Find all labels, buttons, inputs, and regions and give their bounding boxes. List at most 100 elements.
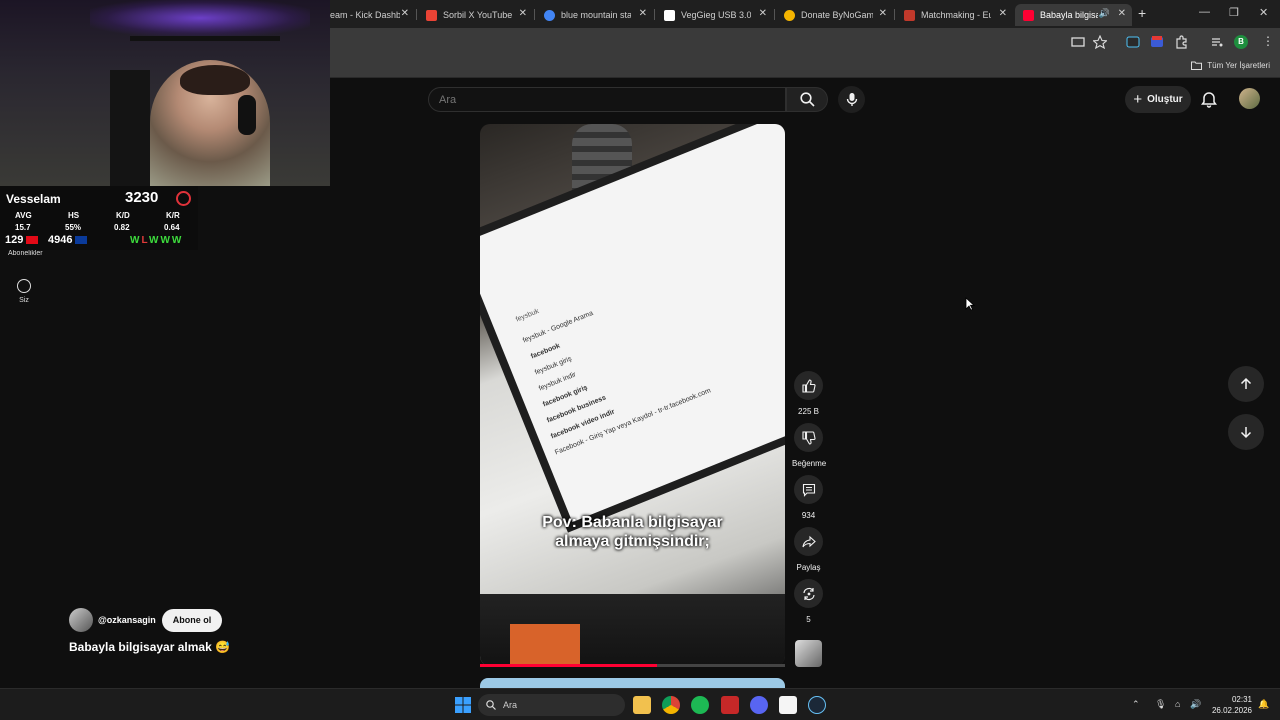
share-button[interactable]: Paylaş <box>792 527 825 572</box>
browser-tab[interactable]: Sorbil X YouTube Re ✕ <box>418 4 533 26</box>
tab-label: Sorbil X YouTube Re <box>443 10 515 20</box>
microphone-icon <box>846 93 857 106</box>
browser-tab[interactable]: Matchmaking - Euro ✕ <box>896 4 1013 26</box>
browser-tab[interactable]: eam - Kick Dashb ✕ <box>322 4 415 26</box>
search-box[interactable] <box>428 87 786 112</box>
file-explorer-icon[interactable] <box>633 696 651 714</box>
volume-icon[interactable]: 🔊 <box>1190 699 1201 710</box>
eu-flag-icon <box>75 236 88 245</box>
webcam-overlay <box>0 0 330 186</box>
close-icon[interactable]: ✕ <box>401 8 409 19</box>
browser-tab-active[interactable]: Babayla bilgisay 🔊 ✕ <box>1015 4 1132 26</box>
mouse-cursor-icon <box>965 297 975 311</box>
tab-separator <box>416 9 417 20</box>
share-icon <box>801 535 816 547</box>
browser-tab[interactable]: VegGieg USB 3.0 to ✕ <box>656 4 773 26</box>
sidebar-subscriptions-label[interactable]: Abonelikler <box>8 250 43 257</box>
menu-dots-icon[interactable]: ⋮ <box>1262 34 1274 48</box>
chrome-icon[interactable] <box>662 696 680 714</box>
extension-icon[interactable] <box>1126 35 1140 49</box>
dislike-button[interactable]: Beğenme <box>792 423 826 468</box>
tab-separator <box>774 9 775 20</box>
comments-button[interactable]: 934 <box>792 475 825 520</box>
video-title[interactable]: Babayla bilgisayar almak 😅 <box>69 640 230 654</box>
stat-header: K/R <box>166 211 180 220</box>
led-glow <box>90 0 310 36</box>
new-tab-button[interactable]: + <box>1138 5 1146 21</box>
close-icon[interactable]: ✕ <box>759 8 767 19</box>
chevron-up-icon[interactable]: ⌃ <box>1132 699 1140 710</box>
close-icon[interactable]: ✕ <box>999 8 1007 19</box>
tab-label: VegGieg USB 3.0 to <box>681 10 751 20</box>
network-icon[interactable]: ⌂ <box>1175 699 1180 709</box>
faceit-stats-widget: Vesselam 3230 AVG HS K/D K/R 15.7 55% 0.… <box>0 186 198 250</box>
next-short-preview[interactable] <box>480 678 785 688</box>
notification-icon[interactable]: 🔔 <box>1258 699 1269 710</box>
turkey-flag-icon <box>26 236 39 245</box>
all-bookmarks-button[interactable]: Tüm Yer İşaretleri <box>1191 61 1270 70</box>
search-icon <box>799 92 815 107</box>
headset <box>238 95 256 135</box>
recent-results: WLWWW <box>130 235 183 246</box>
spotify-icon[interactable] <box>691 696 709 714</box>
previous-short-button[interactable] <box>1228 366 1264 402</box>
next-short-button[interactable] <box>1228 414 1264 450</box>
audio-thumbnail[interactable] <box>795 640 822 667</box>
all-bookmarks-label: Tüm Yer İşaretleri <box>1207 61 1270 70</box>
window-close-icon[interactable]: ✕ <box>1259 6 1268 19</box>
folder-icon <box>1191 61 1203 70</box>
plus-icon: + <box>1133 91 1143 108</box>
subscribe-button[interactable]: Abone ol <box>161 608 223 632</box>
microphone-icon[interactable]: 🎙 <box>1155 699 1166 710</box>
profile-avatar[interactable]: B <box>1234 35 1248 49</box>
news-app-icon[interactable] <box>721 696 739 714</box>
sidebar-item-you[interactable]: Siz <box>14 279 34 304</box>
account-avatar[interactable] <box>1239 88 1260 109</box>
like-button[interactable]: 225 B <box>792 371 825 416</box>
result: W <box>149 235 161 246</box>
puzzle-icon[interactable] <box>1175 35 1189 49</box>
close-icon[interactable]: ✕ <box>1118 8 1126 19</box>
windows-start-icon[interactable] <box>455 697 471 713</box>
close-icon[interactable]: ✕ <box>879 8 887 19</box>
voice-search-button[interactable] <box>838 86 865 113</box>
star-icon[interactable] <box>1093 35 1107 49</box>
remix-button[interactable]: 5 <box>792 579 825 624</box>
google-icon <box>544 9 555 21</box>
create-button[interactable]: + Oluştur <box>1125 86 1191 113</box>
discord-icon[interactable] <box>750 696 768 714</box>
channel-info: @ozkansagin Abone ol <box>69 608 223 632</box>
taskbar-search[interactable]: Ara <box>478 694 625 716</box>
media-control-icon[interactable] <box>1210 35 1224 49</box>
taskbar-clock[interactable]: 02:31 26.02.2026 <box>1210 694 1252 716</box>
search-icon <box>486 700 496 710</box>
tab-separator <box>894 9 895 20</box>
steam-icon[interactable] <box>808 696 826 714</box>
channel-avatar[interactable] <box>69 608 93 632</box>
close-icon[interactable]: ✕ <box>519 8 527 19</box>
like-count: 225 B <box>798 407 819 416</box>
clock-time: 02:31 <box>1231 695 1252 704</box>
short-video-player[interactable]: feysbuk feysbuk - Google Arama facebook … <box>480 124 785 666</box>
speaker-icon[interactable]: 🔊 <box>1099 8 1110 19</box>
share-label: Paylaş <box>796 563 821 572</box>
tab-separator <box>534 9 535 20</box>
browser-tab[interactable]: blue mountain state ✕ <box>536 4 653 26</box>
result: W <box>130 235 142 246</box>
orange-object <box>510 624 580 664</box>
maximize-icon[interactable]: ❐ <box>1229 6 1239 19</box>
search-button[interactable] <box>786 87 828 112</box>
minimize-icon[interactable]: — <box>1199 6 1210 18</box>
browser-tab[interactable]: Donate ByNoGame ✕ <box>776 4 893 26</box>
cast-icon[interactable] <box>1071 35 1085 49</box>
search-input[interactable] <box>429 88 785 111</box>
extension-icon[interactable] <box>1150 35 1164 49</box>
files-app-icon[interactable] <box>779 696 797 714</box>
close-icon[interactable]: ✕ <box>639 8 647 19</box>
video-progress-bar[interactable] <box>480 664 785 667</box>
channel-handle[interactable]: @ozkansagin <box>98 615 156 625</box>
notifications-bell-icon[interactable] <box>1201 90 1217 108</box>
stat-value: 0.64 <box>164 223 180 232</box>
result: W <box>160 235 172 246</box>
stat-value: 55% <box>65 223 82 232</box>
